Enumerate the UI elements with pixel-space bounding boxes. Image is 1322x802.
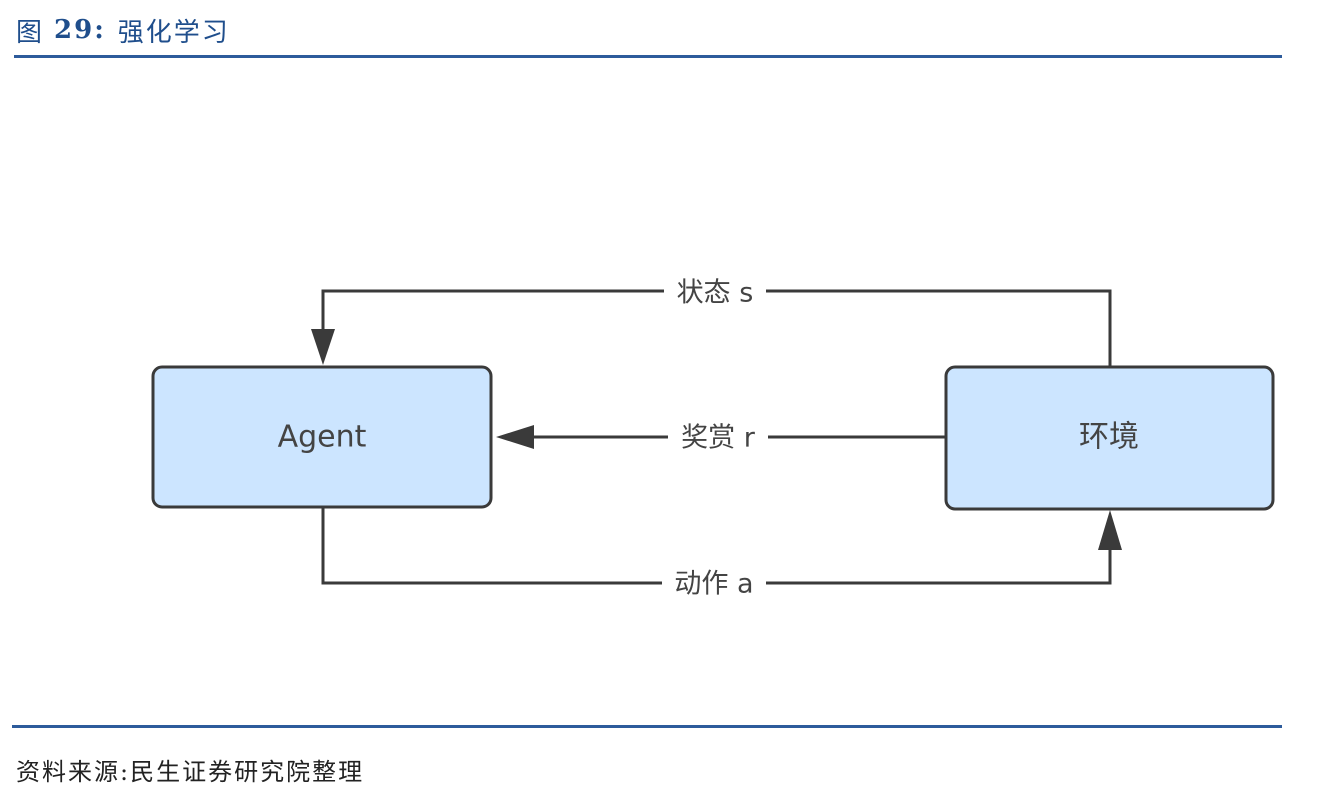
action-label: 动作 a [674,569,753,600]
environment-node-label: 环境 [1079,420,1139,455]
source-note: 资料来源:民生证券研究院整理 [16,758,365,786]
state-label: 状态 s [677,278,754,309]
reward-arrowhead [496,425,534,449]
reinforcement-learning-diagram: 状态 s 奖赏 r 动作 a Agent 环境 [151,277,1275,600]
footer-rule [12,725,1282,728]
agent-node-label: Agent [278,420,367,455]
reward-label: 奖赏 r [681,423,756,454]
state-arrowhead [311,329,335,365]
action-arrowhead [1098,510,1122,550]
